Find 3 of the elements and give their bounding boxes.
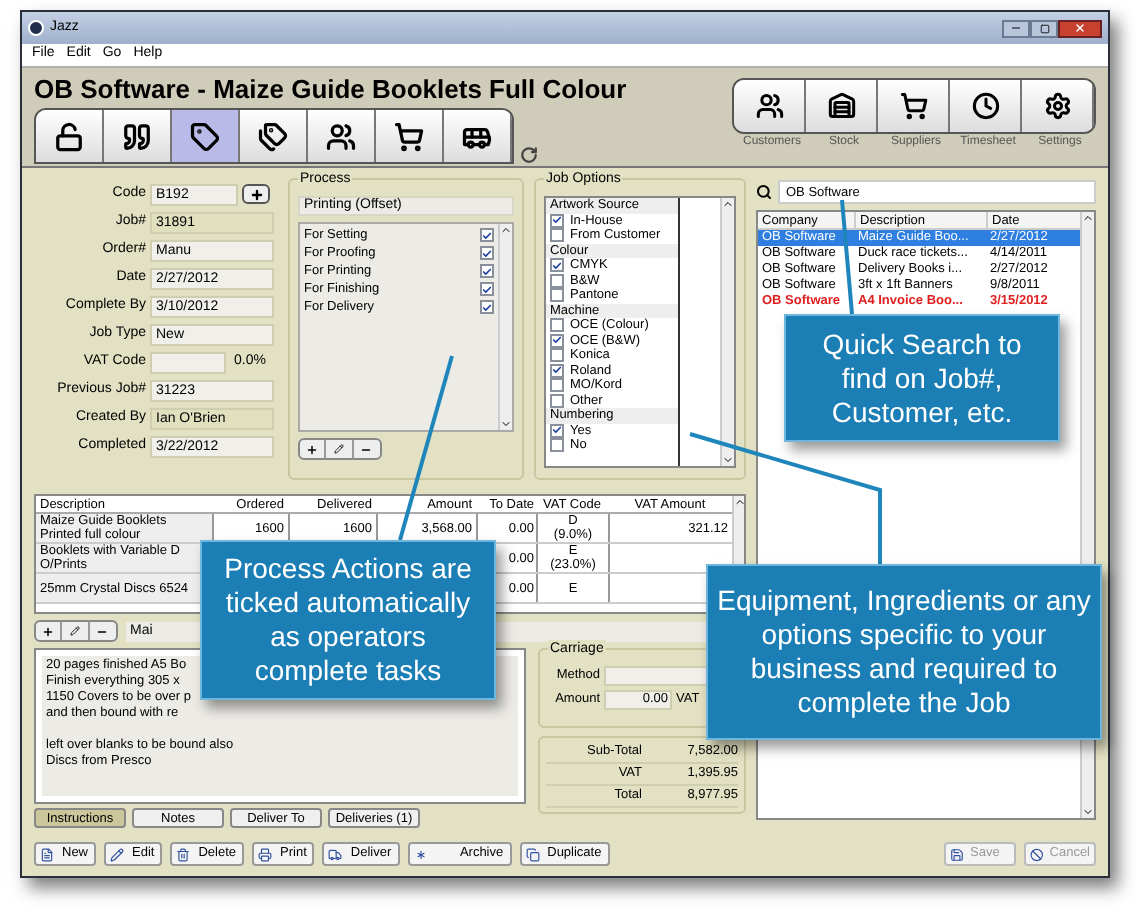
- job-title: OB Software - Maize Guide Booklets Full Colour: [34, 74, 627, 104]
- callout-text: Equipment, Ingredients or any options specific to your business and required to complete the Job: [716, 584, 1092, 720]
- callout-text: Quick Search to find on Job#, Customer, etc.: [820, 327, 1024, 429]
